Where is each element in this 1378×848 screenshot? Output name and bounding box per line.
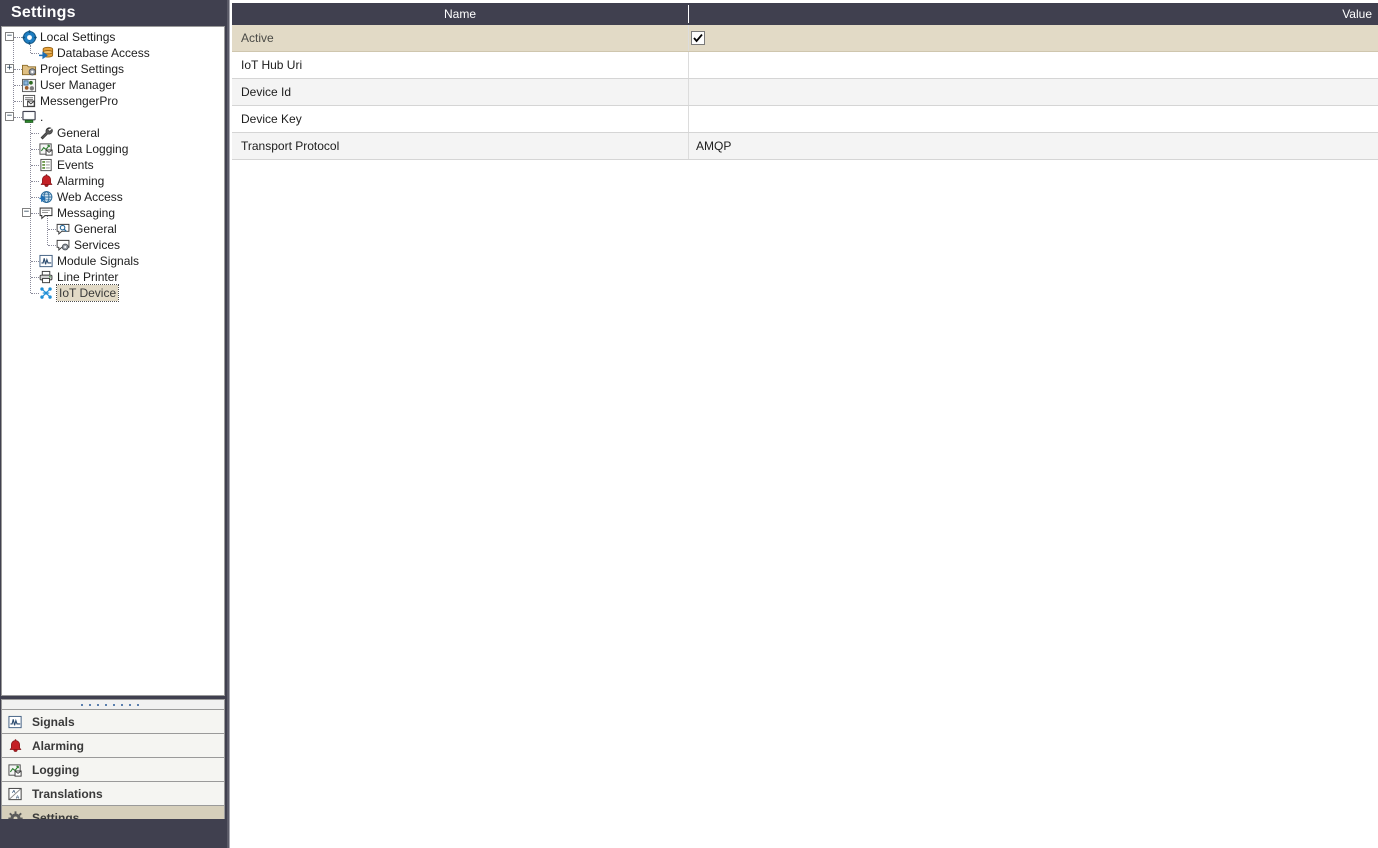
- tree-item[interactable]: Module Signals: [2, 253, 224, 269]
- nav-item-alarming[interactable]: Alarming: [1, 734, 225, 758]
- grip-dots-icon: [81, 704, 145, 706]
- tree-item-label: General: [57, 126, 100, 140]
- table-row[interactable]: Device Key: [232, 106, 1378, 133]
- settings-tree[interactable]: − Local Settings Database Access + Project S…: [1, 26, 225, 696]
- tree-item-label: .: [40, 110, 44, 124]
- tree-item-label: Project Settings: [40, 62, 125, 76]
- tree-item[interactable]: Line Printer: [2, 269, 224, 285]
- table-row[interactable]: Transport Protocol AMQP: [232, 133, 1378, 160]
- tree-item-label: Data Logging: [57, 142, 129, 156]
- row-value-checkbox[interactable]: [691, 31, 705, 45]
- tree-item[interactable]: Data Logging: [2, 141, 224, 157]
- tree-item-label: IoT Device: [55, 284, 120, 302]
- tree-item-label: Module Signals: [57, 254, 140, 268]
- bottom-navigation: Signals Alarming Logging A A Translations Sett…: [1, 710, 225, 830]
- tree-item-label: User Manager: [40, 78, 117, 92]
- property-grid: Name Value Active IoT Hub Uri Device Id Dev…: [232, 0, 1378, 848]
- bell-red-icon: [8, 738, 24, 754]
- tree-item[interactable]: MessengerPro: [2, 93, 224, 109]
- tree-item-label: MessengerPro: [40, 94, 119, 108]
- nav-item-label: Alarming: [32, 739, 85, 753]
- tree-item[interactable]: Events: [2, 157, 224, 173]
- tree-item[interactable]: Services: [2, 237, 224, 253]
- tree-item-label: Local Settings: [40, 30, 116, 44]
- nav-item-label: Translations: [32, 787, 103, 801]
- nav-item-translations[interactable]: A A Translations: [1, 782, 225, 806]
- row-column-divider: [688, 25, 689, 51]
- row-name: Device Id: [241, 85, 292, 99]
- translations-icon: AA: [8, 786, 24, 802]
- tree-item-label: Messaging: [57, 206, 116, 220]
- page-title: Settings: [11, 4, 76, 21]
- tree-item[interactable]: Messaging: [2, 205, 224, 221]
- tree-item-label: Line Printer: [57, 270, 119, 284]
- table-row[interactable]: Device Id: [232, 79, 1378, 106]
- row-name: Device Key: [241, 112, 302, 126]
- tree-item[interactable]: Project Settings: [2, 61, 224, 77]
- tree-item-label: Events: [57, 158, 94, 172]
- tree-item-label: Database Access: [57, 46, 150, 60]
- tree-item[interactable]: General: [2, 125, 224, 141]
- tree-item[interactable]: Local Settings: [2, 29, 224, 45]
- tree-item-label: General: [74, 222, 117, 236]
- column-header-name[interactable]: Name: [232, 3, 688, 25]
- table-header-row: Name Value: [232, 3, 1378, 25]
- table-row[interactable]: IoT Hub Uri: [232, 52, 1378, 79]
- row-column-divider: [688, 79, 689, 105]
- svg-text:A: A: [16, 795, 20, 801]
- row-name: IoT Hub Uri: [241, 58, 303, 72]
- row-column-divider: [688, 106, 689, 132]
- nav-item-signals[interactable]: Signals: [1, 710, 225, 734]
- tree-item[interactable]: .: [2, 109, 224, 125]
- row-name: Transport Protocol: [241, 139, 340, 153]
- table-row-selected[interactable]: Active: [232, 25, 1378, 52]
- splitter-bar-light: [229, 0, 230, 848]
- column-header-value[interactable]: Value: [689, 3, 1378, 25]
- tree-item-label: Services: [74, 238, 121, 252]
- tree-item[interactable]: Web Access: [2, 189, 224, 205]
- row-value[interactable]: AMQP: [696, 133, 731, 160]
- nav-item-label: Signals: [32, 715, 75, 729]
- tree-item[interactable]: General: [2, 221, 224, 237]
- row-name: Active: [241, 31, 274, 45]
- panel-resize-grip[interactable]: [1, 699, 225, 710]
- data-logging-icon: [8, 762, 24, 778]
- tree-item-label: Web Access: [57, 190, 123, 204]
- tree-item-label: Alarming: [57, 174, 105, 188]
- tree-item[interactable]: Alarming: [2, 173, 224, 189]
- row-column-divider: [688, 52, 689, 78]
- row-column-divider: [688, 133, 689, 159]
- nav-filler: [1, 819, 225, 847]
- tree-item[interactable]: Database Access: [2, 45, 224, 61]
- settings-panel: Settings − Local Settings Database Access +…: [0, 0, 227, 848]
- nav-item-logging[interactable]: Logging: [1, 758, 225, 782]
- signal-wave-icon: [8, 714, 24, 730]
- nav-item-label: Logging: [32, 763, 80, 777]
- tree-item[interactable]: User Manager: [2, 77, 224, 93]
- tree-item-selected[interactable]: IoT Device: [2, 284, 224, 302]
